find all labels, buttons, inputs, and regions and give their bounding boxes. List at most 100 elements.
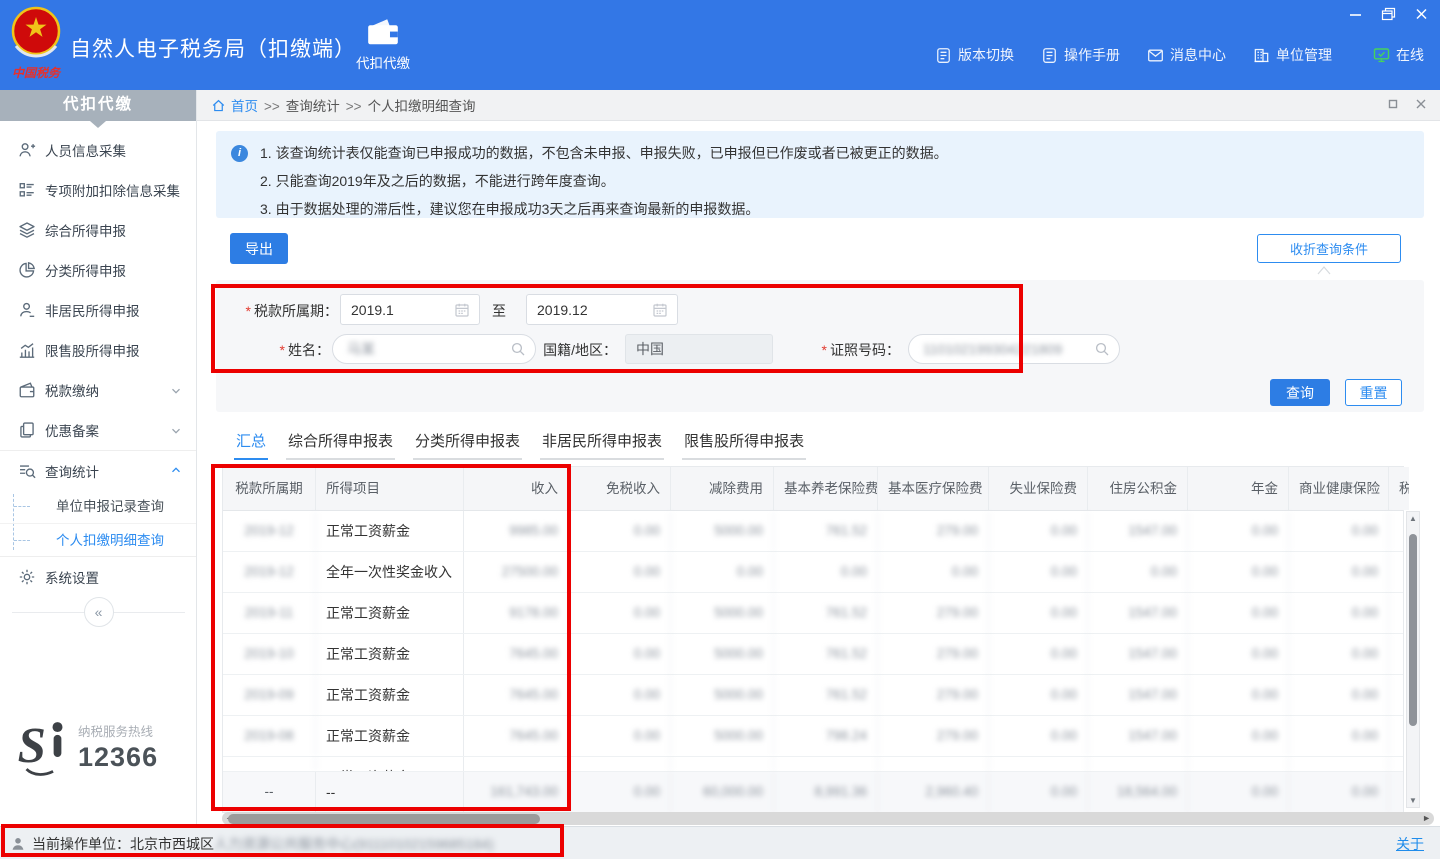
search-icon[interactable] (1094, 341, 1110, 357)
table-cell: 5000.00 (671, 675, 774, 715)
table-row: 2019-10正常工资薪金7645.000.005000.00761.52279… (223, 634, 1403, 675)
scroll-up-icon[interactable]: ▲ (1407, 514, 1419, 523)
table-cell: 7645.00 (464, 716, 569, 756)
period-from-input[interactable]: 2019.1 (340, 294, 480, 325)
sidebar-item-label: 人员信息采集 (45, 140, 126, 160)
table-cell: 27500.00 (464, 552, 569, 592)
table-row: 2019-12正常工资薪金9985.000.005000.00761.52279… (223, 511, 1403, 552)
sidebar-item-special-deduction[interactable]: 专项附加扣除信息采集 (0, 170, 196, 210)
sidebar-item-label: 专项附加扣除信息采集 (45, 180, 180, 200)
table-cell: 1547.00 (1088, 593, 1188, 633)
menu-unit-management[interactable]: 单位管理 (1253, 45, 1332, 65)
svg-text:中国税务: 中国税务 (12, 66, 62, 80)
table-cell: 收入 (464, 467, 569, 510)
id-number-label: 证照号码： (782, 340, 900, 360)
breadcrumb-home-link[interactable]: 首页 (231, 95, 258, 115)
result-tabs: 汇总综合所得申报表分类所得申报表非居民所得申报表限售股所得申报表 (234, 430, 806, 460)
sidebar-subitem[interactable]: 单位申报记录查询 (0, 490, 196, 523)
menu-online-status[interactable]: 在线 (1373, 45, 1424, 65)
current-unit-prefix: 当前操作单位：北京市西城区 (32, 836, 214, 852)
table-cell: 798.24 (774, 716, 878, 756)
collapse-query-button[interactable]: 收折查询条件 (1257, 234, 1401, 263)
scroll-right-icon[interactable]: ► (1422, 813, 1431, 823)
id-number-value: 110102199304221809 (923, 341, 1062, 357)
sidebar-item-personnel-info[interactable]: 人员信息采集 (0, 130, 196, 170)
table-cell: 279.00 (878, 675, 989, 715)
table-cell: 0.00 (569, 593, 671, 633)
notice-lines: 1. 该查询统计表仅能查询已申报成功的数据，不包含未申报、申报失败，已申报但已作… (216, 131, 1424, 223)
minimize-icon[interactable] (1346, 6, 1364, 22)
table-cell: 7645.00 (464, 634, 569, 674)
about-link[interactable]: 关于 (1396, 834, 1424, 854)
menu-label: 消息中心 (1170, 45, 1226, 65)
horizontal-scrollbar[interactable]: ◄ ► (222, 812, 1434, 825)
table-cell: 5000.00 (671, 757, 774, 771)
result-tab[interactable]: 分类所得申报表 (413, 430, 522, 460)
close-pane-icon[interactable] (1414, 97, 1428, 111)
result-tab[interactable]: 汇总 (234, 430, 268, 460)
vertical-scrollbar[interactable]: ▲ ▼ (1406, 511, 1420, 808)
sidebar-collapse-button[interactable]: « (84, 597, 114, 627)
export-button[interactable]: 导出 (230, 233, 288, 264)
menu-manual[interactable]: 操作手册 (1041, 45, 1120, 65)
sidebar-item-query-statistics[interactable]: 查询统计 (0, 450, 196, 490)
table-cell: 0.00 (1289, 757, 1389, 771)
sidebar-subitem[interactable]: 个人扣缴明细查询 (0, 523, 196, 556)
result-tab[interactable]: 综合所得申报表 (286, 430, 395, 460)
close-icon[interactable] (1412, 6, 1430, 22)
restore-pane-icon[interactable] (1386, 97, 1400, 111)
breadcrumb-separator: >> (264, 99, 280, 114)
table-cell: 0.00 (1188, 675, 1289, 715)
table-cell: 0.00 (989, 757, 1088, 771)
to-label: 至 (492, 301, 506, 321)
table-cell: 税款所属期 (223, 467, 316, 510)
table-cell: 2,960.40 (878, 772, 989, 812)
sidebar-item-system-settings[interactable]: 系统设置 (0, 557, 196, 597)
table-cell: 0.00 (569, 511, 671, 551)
sidebar-item-nonresident-income[interactable]: 非居民所得申报 (0, 290, 196, 330)
restore-icon[interactable] (1379, 6, 1397, 22)
sidebar-item-comprehensive-income[interactable]: 综合所得申报 (0, 210, 196, 250)
table-cell: 正常工资薪金 (316, 511, 464, 551)
vertical-scroll-thumb[interactable] (1409, 534, 1417, 726)
result-tab[interactable]: 非居民所得申报表 (540, 430, 664, 460)
primary-tab-daikoudaijiao[interactable]: 代扣代缴 (348, 16, 418, 72)
sidebar-item-classified-income[interactable]: 分类所得申报 (0, 250, 196, 290)
sidebar: 代扣代缴 人员信息采集专项附加扣除信息采集综合所得申报分类所得申报非居民所得申报… (0, 90, 197, 826)
menu-message-center[interactable]: 消息中心 (1147, 45, 1226, 65)
table-cell: 0.00 (671, 552, 774, 592)
table-cell: 0.00 (1188, 757, 1289, 771)
table-cell: 减除费用 (671, 467, 774, 510)
period-to-input[interactable]: 2019.12 (526, 294, 678, 325)
result-tab[interactable]: 限售股所得申报表 (682, 430, 806, 460)
sidebar-item-label: 分类所得申报 (45, 260, 126, 280)
notice-line: 2. 只能查询2019年及之后的数据，不能进行跨年度查询。 (260, 167, 1404, 195)
table-cell: 761.52 (774, 675, 878, 715)
calendar-icon[interactable] (652, 302, 668, 318)
table-cell: 18,564.00 (1088, 772, 1188, 812)
table-cell: 1547.00 (1088, 634, 1188, 674)
sidebar-item-restricted-shares[interactable]: 限售股所得申报 (0, 330, 196, 370)
menu-label: 在线 (1396, 45, 1424, 65)
scroll-down-icon[interactable]: ▼ (1407, 796, 1419, 805)
pie-chart-icon (18, 261, 36, 279)
table-cell: 0.00 (989, 675, 1088, 715)
table-cell: 住房公积金 (1088, 467, 1188, 510)
table-row: 2019-07正常工资薪金7645.000.005000.00798.24279… (223, 757, 1403, 772)
notice-panel: i 1. 该查询统计表仅能查询已申报成功的数据，不包含未申报、申报失败，已申报但… (216, 131, 1424, 218)
table-cell: 0.00 (1188, 552, 1289, 592)
period-from-value: 2019.1 (351, 302, 394, 318)
organization-icon (1253, 47, 1270, 64)
sidebar-item-preferential-filing[interactable]: 优惠备案 (0, 410, 196, 450)
table-cell: 5000.00 (671, 593, 774, 633)
table-cell: 0.00 (774, 552, 878, 592)
query-button[interactable]: 查询 (1270, 379, 1330, 406)
table-cell: 0.00 (1188, 716, 1289, 756)
id-number-input[interactable]: 110102199304221809 (908, 334, 1120, 364)
hotline-label: 纳税服务热线 (78, 721, 158, 740)
horizontal-scroll-thumb[interactable] (228, 814, 540, 824)
menu-version-switch[interactable]: 版本切换 (935, 45, 1014, 65)
calendar-icon[interactable] (454, 302, 470, 318)
sidebar-item-tax-payment[interactable]: 税款缴纳 (0, 370, 196, 410)
reset-button[interactable]: 重置 (1345, 379, 1402, 406)
